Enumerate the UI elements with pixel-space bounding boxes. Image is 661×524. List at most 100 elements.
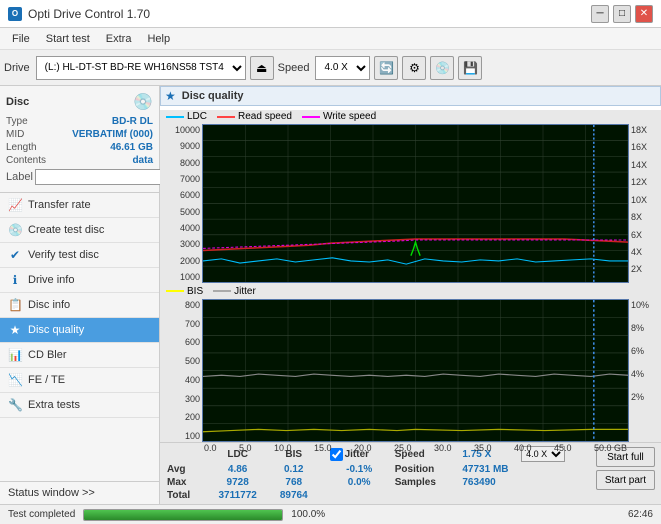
samples-value: 763490: [459, 476, 589, 489]
maximize-button[interactable]: □: [613, 5, 631, 23]
disc-header: Disc 💿: [6, 92, 153, 112]
sidebar-item-disc-info[interactable]: 📋 Disc info: [0, 293, 159, 318]
lower-x-axis: 0.05.010.015.020.025.030.035.040.045.050…: [204, 443, 627, 453]
y-label-100: 100: [164, 431, 200, 441]
y-label-9000: 9000: [164, 141, 200, 151]
max-ldc: 9728: [206, 476, 270, 489]
extra-tests-icon: 🔧: [8, 398, 22, 412]
start-part-button[interactable]: Start part: [596, 470, 655, 490]
progress-bar-container: [83, 509, 283, 521]
right-y-8pct: 8%: [631, 323, 657, 333]
minimize-button[interactable]: ─: [591, 5, 609, 23]
disc-panel: Disc 💿 Type BD-R DL MID VERBATIMf (000) …: [0, 86, 159, 193]
y-label-7000: 7000: [164, 174, 200, 184]
toolbar: Drive (L:) HL-DT-ST BD-RE WH16NS58 TST4 …: [0, 50, 661, 86]
disc-quality-header: ★ Disc quality: [160, 86, 661, 106]
menu-start-test[interactable]: Start test: [38, 31, 98, 47]
status-bar: Test completed 100.0% 62:46: [0, 504, 661, 524]
sidebar-item-disc-quality[interactable]: ★ Disc quality: [0, 318, 159, 343]
right-y-4x: 4X: [631, 247, 657, 257]
write-speed-legend-color: [302, 116, 320, 118]
type-label: Type: [6, 116, 28, 127]
total-ldc: 3711772: [206, 489, 270, 502]
window-controls: ─ □ ✕: [591, 5, 653, 23]
create-test-disc-icon: 💿: [8, 223, 22, 237]
drive-label: Drive: [4, 62, 30, 74]
label-label: Label: [6, 171, 33, 183]
position-label: Position: [392, 463, 460, 476]
progress-percent: 100.0%: [291, 509, 325, 520]
refresh-button[interactable]: 🔄: [374, 56, 398, 80]
status-window-label: Status window >>: [8, 487, 95, 499]
sidebar-item-fe-te[interactable]: 📉 FE / TE: [0, 368, 159, 393]
menu-extra[interactable]: Extra: [98, 31, 140, 47]
avg-jitter: -0.1%: [327, 463, 392, 476]
close-button[interactable]: ✕: [635, 5, 653, 23]
upper-legend: LDC Read speed Write speed: [164, 110, 657, 123]
disc-length-row: Length 46.61 GB: [6, 142, 153, 153]
ldc-legend-color: [166, 116, 184, 118]
menu-help[interactable]: Help: [139, 31, 178, 47]
spacer3: [318, 489, 590, 502]
read-speed-legend-label: Read speed: [238, 111, 292, 122]
y-label-700: 700: [164, 319, 200, 329]
length-value: 46.61 GB: [110, 142, 153, 153]
drive-info-icon: ℹ: [8, 273, 22, 287]
speed-label: Speed: [278, 62, 310, 74]
upper-y-axis-left: 10000 9000 8000 7000 6000 5000 4000 3000…: [164, 124, 202, 283]
max-jitter: 0.0%: [327, 476, 392, 489]
right-y-2x: 2X: [631, 264, 657, 274]
disc-icon: 💿: [133, 92, 153, 112]
lower-chart: [202, 299, 629, 442]
sidebar-item-create-test-disc[interactable]: 💿 Create test disc: [0, 218, 159, 243]
title-bar-left: O Opti Drive Control 1.70: [8, 7, 150, 21]
sidebar-item-verify-test-disc[interactable]: ✔ Verify test disc: [0, 243, 159, 268]
create-test-disc-label: Create test disc: [28, 224, 104, 236]
y-label-800: 800: [164, 300, 200, 310]
menu-bar: File Start test Extra Help: [0, 28, 661, 50]
stats-max-row: Max 9728 768 0.0% Samples 763490: [164, 476, 590, 489]
eject-button[interactable]: ⏏: [250, 56, 274, 80]
menu-file[interactable]: File: [4, 31, 38, 47]
save-button[interactable]: 💾: [458, 56, 482, 80]
mid-label: MID: [6, 129, 24, 140]
y-label-2000: 2000: [164, 256, 200, 266]
sidebar-item-extra-tests[interactable]: 🔧 Extra tests: [0, 393, 159, 418]
label-input[interactable]: [35, 169, 173, 185]
upper-y-axis-right: 18X 16X 14X 12X 10X 8X 6X 4X 2X: [629, 124, 657, 283]
type-value: BD-R DL: [112, 116, 153, 127]
speed-select[interactable]: 4.0 X: [315, 56, 370, 80]
disc-section-title: Disc: [6, 96, 29, 108]
verify-test-disc-label: Verify test disc: [28, 249, 99, 261]
max-label: Max: [164, 476, 206, 489]
stats-total-row: Total 3711772 89764: [164, 489, 590, 502]
avg-bis: 0.12: [269, 463, 318, 476]
disc-quality-panel-icon: ★: [165, 89, 176, 103]
cd-bler-icon: 📊: [8, 348, 22, 362]
max-bis: 768: [269, 476, 318, 489]
y-label-8000: 8000: [164, 158, 200, 168]
extra-tests-label: Extra tests: [28, 399, 80, 411]
y-label-300: 300: [164, 394, 200, 404]
verify-test-disc-icon: ✔: [8, 248, 22, 262]
jitter-legend-color: [213, 290, 231, 292]
drive-select[interactable]: (L:) HL-DT-ST BD-RE WH16NS58 TST4: [36, 56, 246, 80]
disc-button[interactable]: 💿: [430, 56, 454, 80]
sidebar-item-drive-info[interactable]: ℹ Drive info: [0, 268, 159, 293]
settings-button[interactable]: ⚙: [402, 56, 426, 80]
right-y-4pct: 4%: [631, 369, 657, 379]
disc-info-icon: 📋: [8, 298, 22, 312]
y-label-5000: 5000: [164, 207, 200, 217]
sidebar-item-transfer-rate[interactable]: 📈 Transfer rate: [0, 193, 159, 218]
right-y-10pct: 10%: [631, 300, 657, 310]
mid-value: VERBATIMf (000): [72, 129, 153, 140]
sidebar-item-cd-bler[interactable]: 📊 CD Bler: [0, 343, 159, 368]
total-bis: 89764: [269, 489, 318, 502]
stats-table-container: LDC BIS Jitter Speed 1.75 X: [164, 445, 590, 502]
status-window-button[interactable]: Status window >>: [0, 481, 159, 504]
app-title: Opti Drive Control 1.70: [28, 7, 150, 21]
y-label-400: 400: [164, 375, 200, 385]
position-value: 47731 MB: [459, 463, 589, 476]
stats-avg-row: Avg 4.86 0.12 -0.1% Position 47731 MB: [164, 463, 590, 476]
col-empty: [164, 445, 206, 463]
